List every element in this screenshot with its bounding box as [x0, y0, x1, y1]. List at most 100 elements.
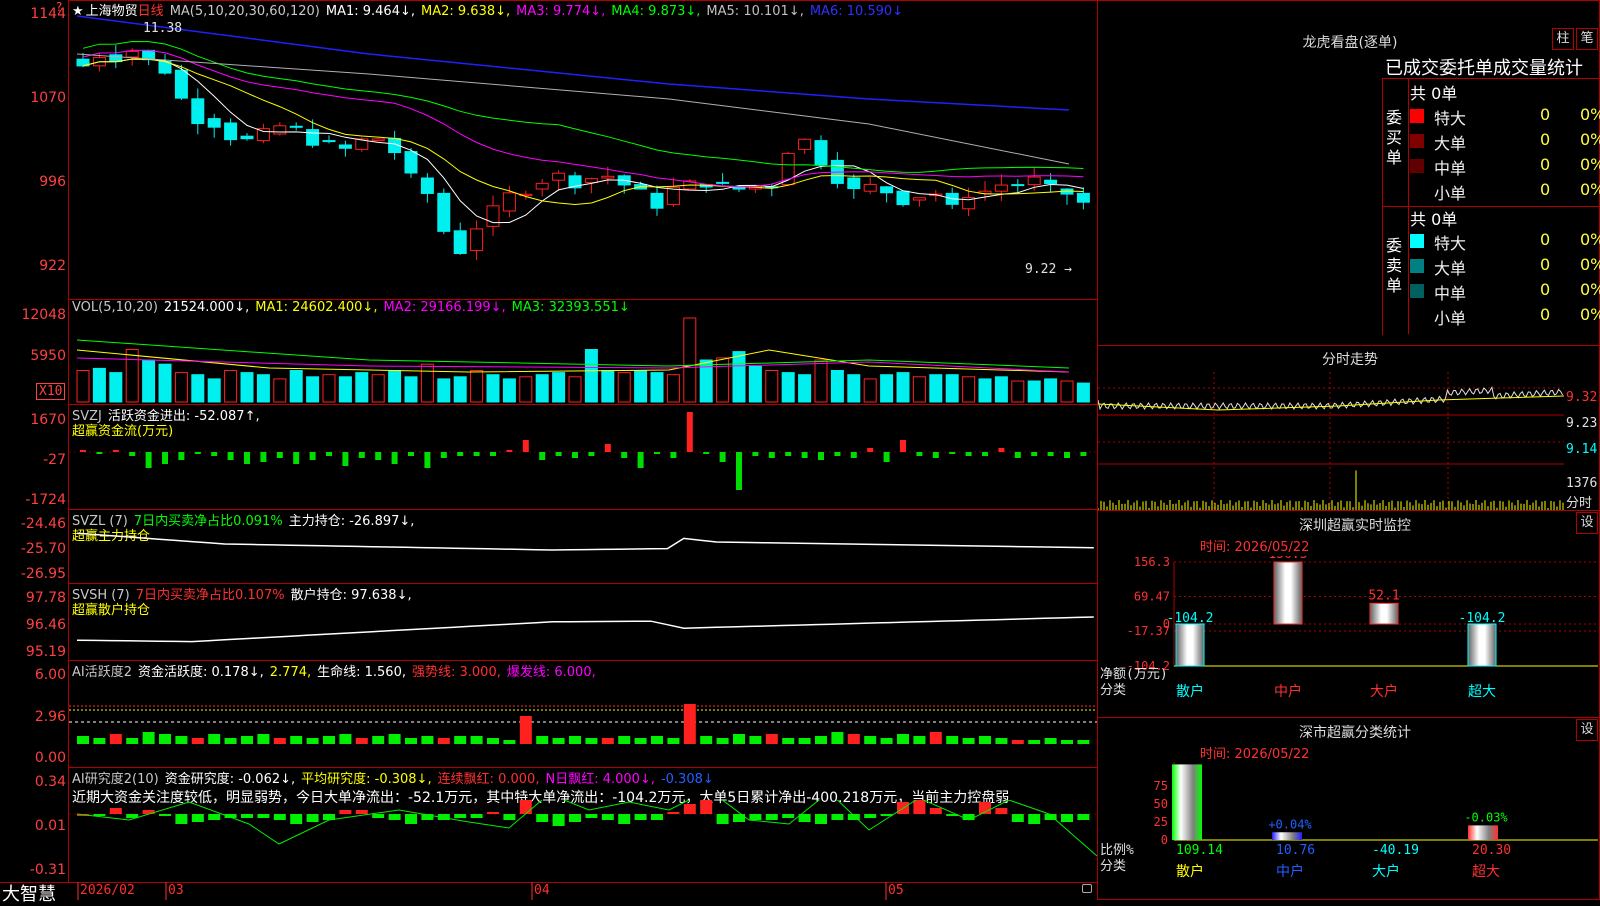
sell-pct-s: 0% — [1580, 305, 1600, 324]
ai-activity-bar — [749, 736, 762, 744]
ai-activity-bar — [142, 732, 155, 744]
kline-candle — [174, 69, 188, 99]
kline-candle — [601, 175, 615, 179]
buy-count-m: 0 — [1540, 155, 1551, 174]
ai-research-bar — [290, 814, 303, 824]
ai-activity-bar — [880, 738, 893, 744]
ai-research-bar — [601, 814, 614, 820]
ai-research-bar — [175, 814, 188, 824]
svzj-bar — [1031, 452, 1038, 456]
szc-category-label: 超大 — [1472, 864, 1500, 880]
szm-ytick: -17.37 — [1127, 624, 1170, 638]
svzj-bar — [768, 452, 775, 458]
volume-bar — [798, 374, 812, 403]
ai-research-bar — [536, 814, 549, 822]
ai-research-bar — [634, 814, 647, 820]
ai-activity-bar — [929, 732, 942, 744]
ai-activity-bar — [175, 736, 188, 744]
ai-research-label3: 连续飘红: 0.000, — [437, 772, 540, 787]
ai-activity-bar — [323, 736, 335, 744]
ai-activity-bar — [798, 738, 811, 744]
svzj-bar — [949, 452, 956, 454]
intraday-chart[interactable] — [1098, 372, 1564, 510]
ai-research-title: AI研究度2(10) — [72, 772, 159, 787]
ai-research-bar — [585, 814, 598, 818]
ai-research-bar — [454, 814, 467, 818]
ai-research-chart[interactable] — [69, 800, 1097, 882]
volume-bar — [945, 374, 959, 403]
svsh-chart[interactable] — [69, 602, 1097, 660]
volume-chart[interactable] — [69, 310, 1097, 404]
kline-candle — [306, 129, 320, 146]
svsh-ratio: 7日内买卖净占比0.107% — [135, 588, 285, 603]
svzj-bar — [736, 452, 742, 490]
buy-row-s: 小单 0 0% — [1410, 180, 1600, 204]
svzj-bar — [424, 452, 431, 468]
volume-bar — [994, 376, 1008, 403]
svzj-bar — [260, 452, 267, 462]
ai-research-bar — [339, 810, 352, 814]
volume-bar — [1076, 382, 1090, 403]
svzl-chart[interactable] — [69, 528, 1097, 583]
svzj-bar — [129, 452, 136, 456]
volume-unit: X10 — [36, 383, 66, 400]
lock-icon[interactable] — [1082, 884, 1092, 893]
ai-research-bar — [1077, 814, 1090, 820]
volume-bar — [502, 378, 516, 403]
szm-value-label: -104.2 — [1459, 611, 1506, 626]
svzj-bar — [408, 452, 414, 456]
kline-chart[interactable] — [69, 14, 1097, 299]
ai-research-bar — [995, 808, 1008, 814]
ai-activity-chart[interactable] — [69, 672, 1097, 767]
ai-activity-bar — [618, 736, 631, 744]
sell-row-xl: 特大 0 0% — [1410, 230, 1600, 254]
ai-activity-bar — [913, 736, 926, 744]
sell-pct-xl: 0% — [1580, 230, 1600, 249]
volume-ma1-line — [76, 349, 1070, 373]
ai-activity-bar — [897, 734, 909, 744]
svzj-bar — [440, 452, 447, 458]
ai-research-bar — [815, 814, 827, 824]
ai-activity-bar — [191, 738, 204, 744]
buy-name-xl: 特大 — [1434, 109, 1467, 128]
svzj-bar — [1080, 452, 1087, 456]
buy-pct-l: 0% — [1580, 130, 1600, 149]
ai-research-bar — [667, 812, 680, 814]
svzj-bar — [654, 452, 660, 454]
ai-research-bar — [257, 814, 270, 818]
kline-candle — [912, 197, 926, 201]
svzj-bar — [932, 452, 939, 458]
sell-pct-m: 0% — [1580, 280, 1600, 299]
svzj-bar — [555, 452, 562, 456]
kline-candle — [289, 125, 303, 128]
volume-bar — [863, 378, 877, 403]
bar-view-button[interactable]: 柱 — [1552, 28, 1574, 50]
ai-activity-bar — [847, 734, 860, 744]
kline-candle — [1044, 179, 1058, 185]
kline-candle — [191, 98, 205, 125]
tick-view-button[interactable]: 笔 — [1576, 28, 1598, 50]
ai-activity-bar — [601, 738, 614, 744]
volume-bar — [142, 359, 156, 403]
ai-activity-bar — [815, 736, 827, 744]
kline-ytick-3: 996 — [39, 174, 66, 190]
svzj-chart[interactable] — [69, 410, 1097, 508]
ai-activity-bar — [1061, 740, 1073, 744]
ai-activity-bar — [782, 738, 795, 744]
sz-class-settings-button[interactable]: 设 — [1576, 719, 1598, 741]
buy-swatch-m — [1410, 159, 1424, 173]
svzl-ytick-3: -26.95 — [20, 566, 66, 582]
kline-candle — [322, 140, 336, 143]
intraday-title: 分时走势 — [1322, 352, 1378, 368]
szc-value-label: 20.30 — [1472, 843, 1511, 858]
volume-bar — [1044, 378, 1058, 403]
volume-bar — [880, 374, 894, 403]
volume-bar — [191, 374, 205, 403]
sell-row-s: 小单 0 0% — [1410, 305, 1600, 329]
kline-candle — [584, 178, 598, 183]
ai-research-bar — [651, 814, 663, 820]
volume-bar — [273, 378, 287, 403]
sz-monitor-settings-button[interactable]: 设 — [1576, 512, 1598, 534]
sell-total: 共 0单 — [1410, 210, 1458, 229]
svzj-bar — [588, 452, 595, 456]
